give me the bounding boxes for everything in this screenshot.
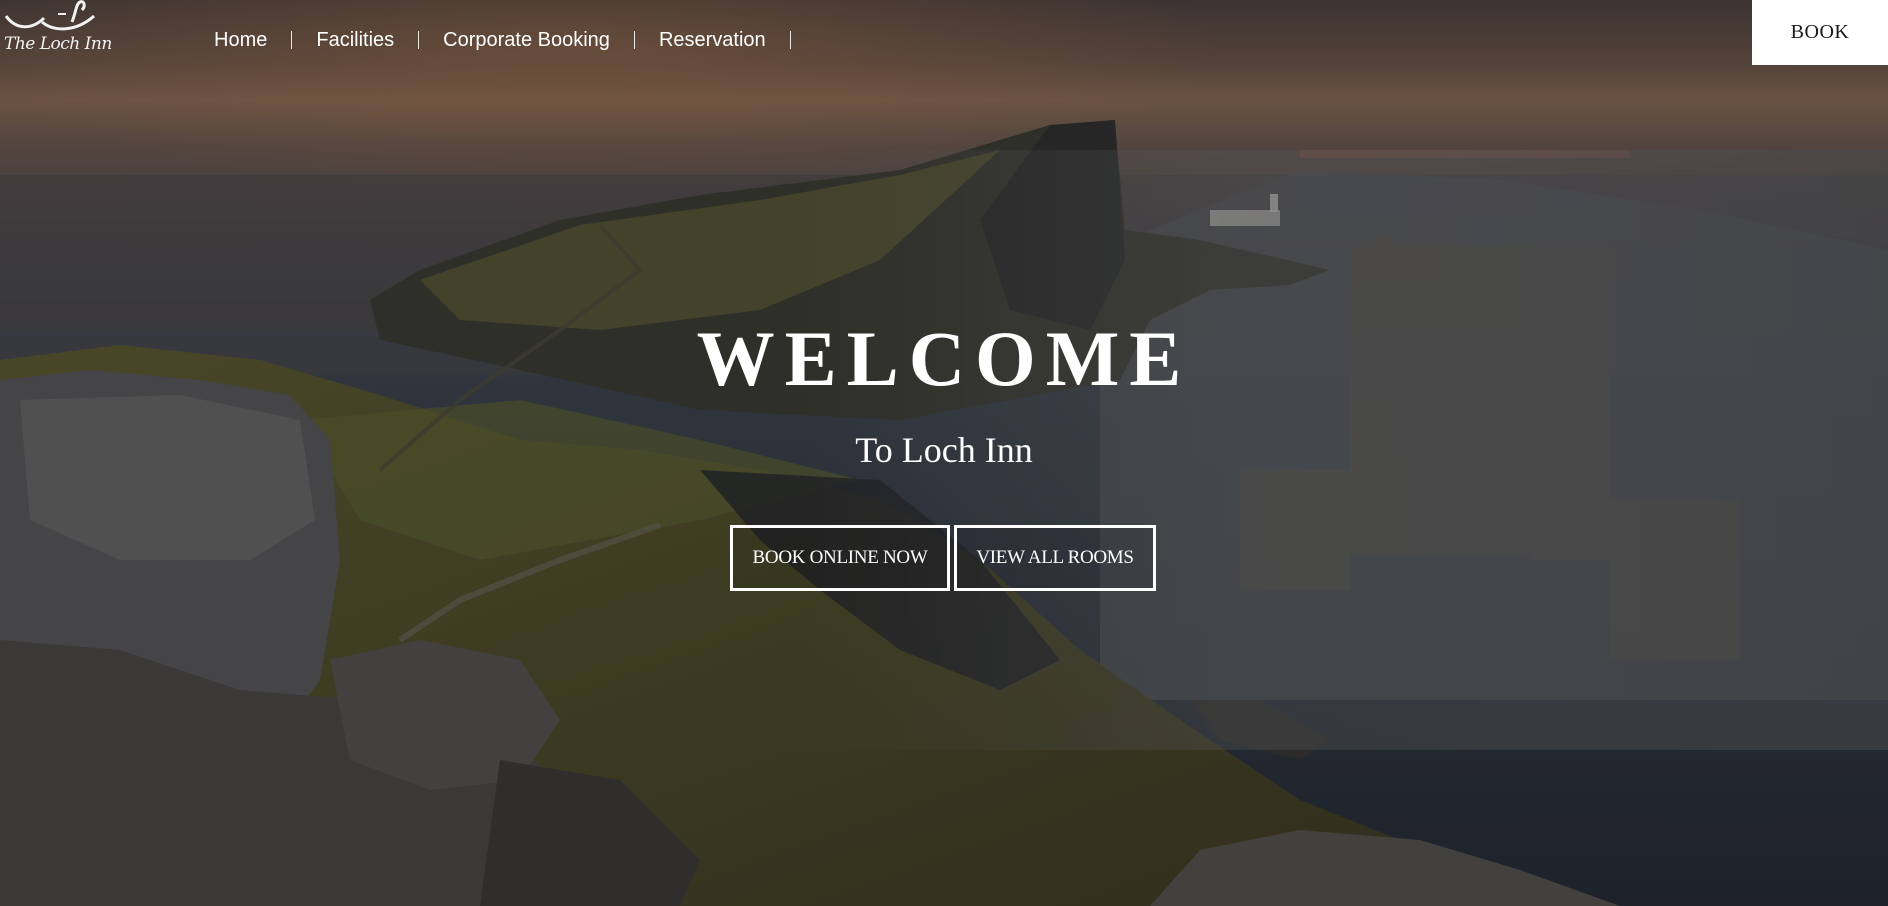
book-button[interactable]: BOOK <box>1752 0 1888 65</box>
nav-reservation[interactable]: Reservation <box>635 29 790 52</box>
nav-home[interactable]: Home <box>190 29 291 52</box>
main-nav: Home Facilities Corporate Booking Reserv… <box>190 26 791 54</box>
logo-text: The Loch Inn <box>4 34 112 54</box>
nav-corporate-booking[interactable]: Corporate Booking <box>419 29 634 52</box>
hero-title: WELCOME <box>696 315 1192 402</box>
nav-divider <box>789 31 791 49</box>
site-logo[interactable]: The Loch Inn <box>2 0 112 60</box>
book-online-now-button[interactable]: BOOK ONLINE NOW <box>730 525 950 591</box>
nav-facilities[interactable]: Facilities <box>292 29 418 52</box>
view-all-rooms-button[interactable]: VIEW ALL ROOMS <box>954 525 1156 591</box>
hero-subtitle: To Loch Inn <box>855 430 1033 470</box>
